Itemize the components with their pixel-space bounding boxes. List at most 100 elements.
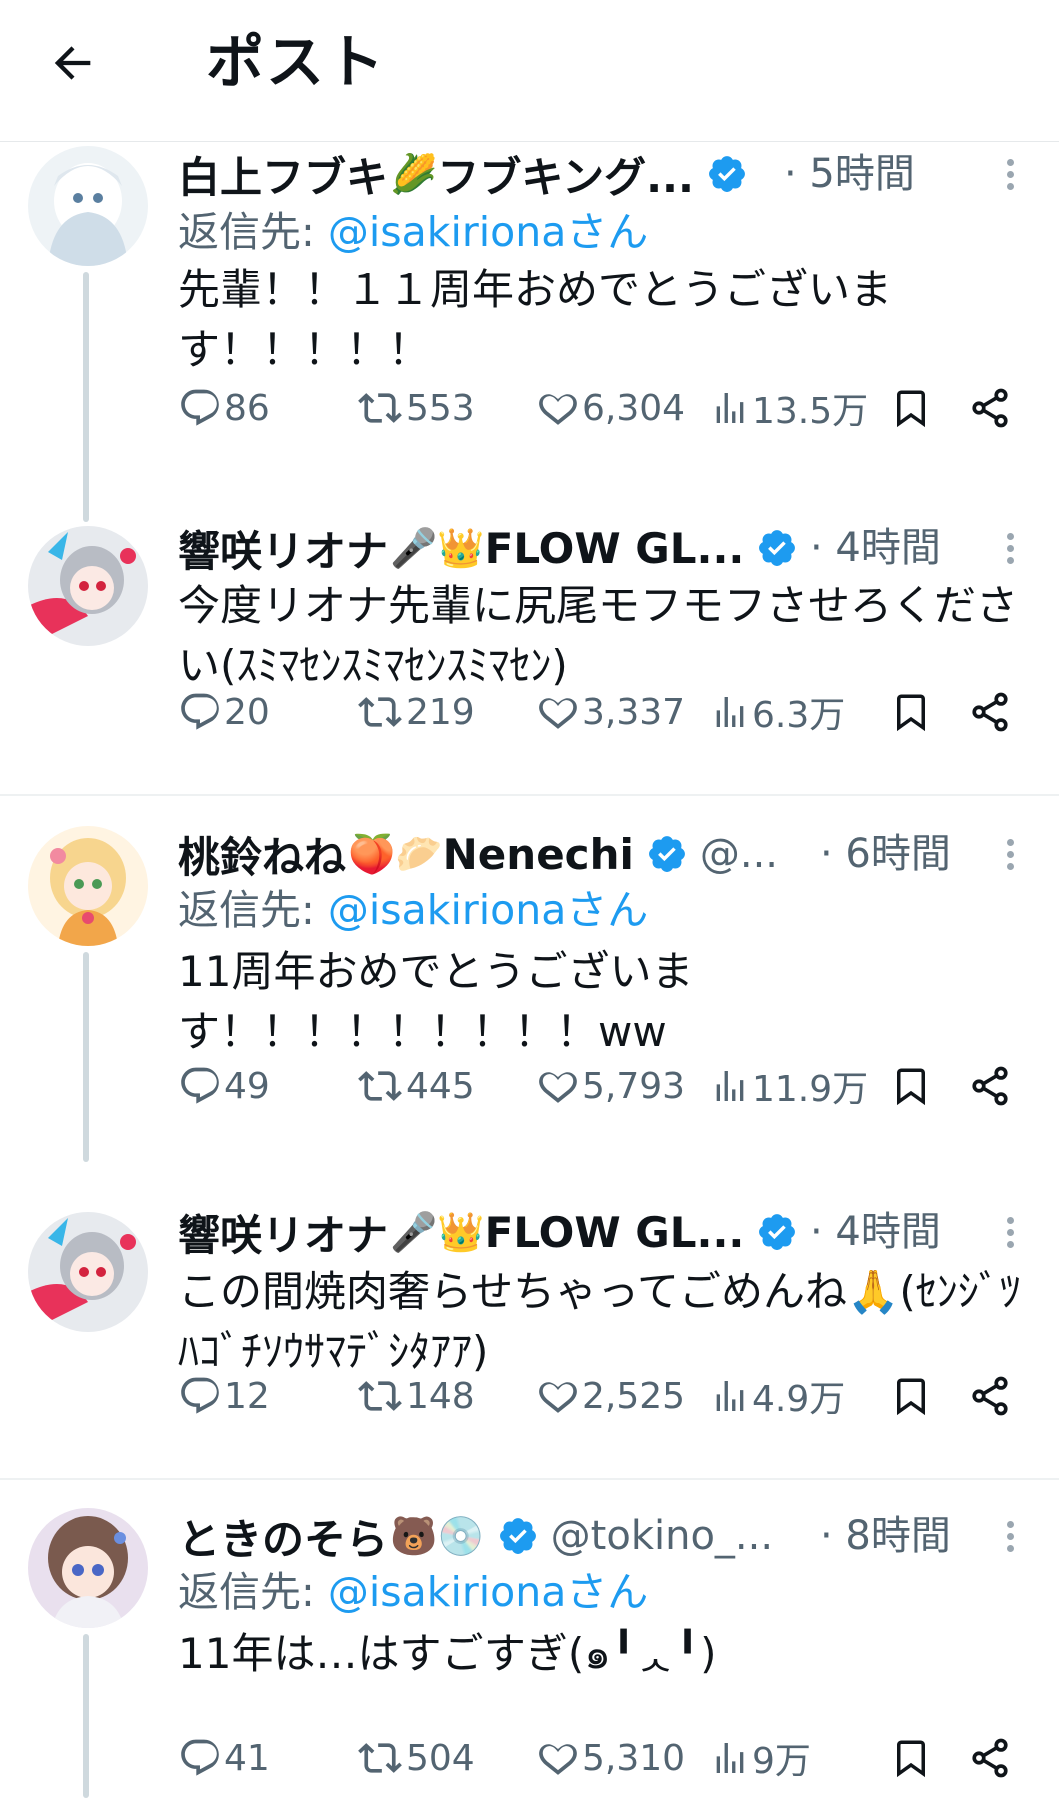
reply-icon	[181, 1067, 219, 1104]
reply-post[interactable]: 響咲リオナ 🎤👑 FLOW GL... · 4時間 この間焼肉奢らせちゃってごめ…	[0, 1204, 1059, 1504]
heart-icon	[539, 394, 577, 425]
like-button[interactable]: 5,793	[536, 1058, 685, 1114]
views-chart-icon	[716, 1743, 744, 1773]
avatar[interactable]	[28, 826, 148, 946]
repost-button[interactable]: 553	[356, 380, 475, 436]
share-button[interactable]	[968, 1730, 1012, 1786]
like-count: 5,310	[582, 1737, 686, 1779]
more-options-icon[interactable]	[988, 1508, 1032, 1564]
view-count: 6.3万	[752, 695, 846, 736]
bookmark-button[interactable]	[890, 1058, 932, 1114]
repost-count: 504	[406, 1737, 475, 1779]
view-count: 11.9万	[752, 1069, 869, 1110]
views-chart-icon	[716, 393, 744, 423]
more-options-icon[interactable]	[988, 1204, 1032, 1260]
bookmark-button[interactable]	[890, 1730, 932, 1786]
author-name-suffix[interactable]: FLOW GL...	[485, 1208, 745, 1257]
verified-badge-icon	[709, 156, 745, 192]
avatar[interactable]	[28, 526, 148, 646]
share-button[interactable]	[968, 380, 1012, 436]
views-button[interactable]: 9万	[710, 1730, 811, 1786]
author-name-suffix[interactable]: FLOW GL...	[485, 524, 745, 573]
reply-button[interactable]: 49	[178, 1058, 270, 1114]
post-time[interactable]: · 4時間	[810, 520, 941, 576]
views-button[interactable]: 11.9万	[710, 1058, 868, 1114]
avatar[interactable]	[28, 146, 148, 266]
reply-button[interactable]: 86	[178, 380, 270, 436]
views-button[interactable]: 6.3万	[710, 684, 845, 740]
reply-count: 86	[224, 387, 270, 429]
page-title: ポスト	[206, 28, 387, 96]
bookmark-icon	[897, 1378, 925, 1416]
views-button[interactable]: 4.9万	[710, 1368, 845, 1424]
share-button[interactable]	[968, 1368, 1012, 1424]
reply-count: 41	[224, 1737, 270, 1779]
post-time[interactable]: · 8時間	[820, 1508, 951, 1564]
like-count: 5,793	[582, 1065, 686, 1107]
repost-button[interactable]: 504	[356, 1730, 475, 1786]
author-name-suffix[interactable]: フブキング...	[437, 144, 694, 205]
reply-handle-link[interactable]: @isakirionaさん	[328, 208, 648, 256]
reply-post[interactable]: 白上フブキ 🌽 フブキング... · 5時間 返信先: @isakirionaさ…	[0, 142, 1059, 525]
share-icon	[972, 1376, 1008, 1416]
repost-count: 148	[406, 1375, 475, 1417]
reply-post[interactable]: 桃鈴ねね 🍑🥟 Nenechi @... · 6時間 返信先: @isakiri…	[0, 826, 1059, 1162]
bookmark-icon	[897, 390, 925, 428]
verified-badge-icon	[759, 530, 796, 566]
like-count: 2,525	[582, 1375, 686, 1417]
post-time[interactable]: · 6時間	[820, 826, 951, 882]
repost-icon	[358, 393, 402, 423]
verified-badge-icon	[499, 1518, 536, 1554]
author-handle[interactable]: @tokino_...	[551, 1513, 773, 1559]
reply-handle-link[interactable]: @isakirionaさん	[328, 886, 648, 934]
post-time[interactable]: · 4時間	[810, 1204, 941, 1260]
reply-post[interactable]: 響咲リオナ 🎤👑 FLOW GL... · 4時間 今度リオナ先輩に尻尾モフモフ…	[0, 520, 1059, 820]
reply-button[interactable]: 41	[178, 1730, 270, 1786]
more-options-icon[interactable]	[988, 520, 1032, 576]
author-handle[interactable]: @...	[700, 831, 778, 877]
more-options-icon[interactable]	[988, 826, 1032, 882]
repost-button[interactable]: 148	[356, 1368, 475, 1424]
author-row: 桃鈴ねね 🍑🥟 Nenechi @...	[178, 826, 778, 882]
bookmark-button[interactable]	[890, 684, 932, 740]
reply-button[interactable]: 20	[178, 684, 270, 740]
name-emoji: 🎤👑	[390, 525, 485, 570]
author-name[interactable]: 白上フブキ	[178, 144, 388, 205]
repost-button[interactable]: 219	[356, 684, 475, 740]
share-button[interactable]	[968, 684, 1012, 740]
like-button[interactable]: 5,310	[536, 1730, 685, 1786]
like-button[interactable]: 2,525	[536, 1368, 685, 1424]
reply-handle-link[interactable]: @isakirionaさん	[328, 1568, 648, 1616]
heart-icon	[539, 698, 577, 729]
like-button[interactable]: 3,337	[536, 684, 685, 740]
bookmark-button[interactable]	[890, 380, 932, 436]
name-emoji: 🎤👑	[390, 1209, 485, 1254]
author-name[interactable]: 響咲リオナ	[178, 1202, 388, 1263]
more-options-icon[interactable]	[988, 146, 1032, 202]
name-emoji: 🌽	[390, 151, 438, 196]
avatar[interactable]	[28, 1212, 148, 1332]
post-text: 先輩！！１１周年おめでとうございます！！！！！	[178, 265, 893, 374]
author-name-suffix[interactable]: Nenechi	[443, 830, 634, 879]
thread-divider	[0, 1478, 1059, 1480]
reply-button[interactable]: 12	[178, 1368, 270, 1424]
post-text: この間焼肉奢らせちゃってごめんね🙏(ｾﾝｼﾞﾂﾊｺﾞﾁｿｳｻﾏﾃﾞｼﾀｱｱ)	[178, 1267, 1021, 1376]
repost-button[interactable]: 445	[356, 1058, 475, 1114]
avatar[interactable]	[28, 1508, 148, 1628]
author-name[interactable]: ときのそら	[178, 1506, 388, 1567]
author-name[interactable]: 響咲リオナ	[178, 518, 388, 579]
views-chart-icon	[716, 697, 744, 727]
reply-post[interactable]: ときのそら 🐻💿 @tokino_... · 8時間 返信先: @isakiri…	[0, 1508, 1059, 1798]
author-name[interactable]: 桃鈴ねね	[178, 824, 346, 885]
like-button[interactable]: 6,304	[536, 380, 685, 436]
bookmark-button[interactable]	[890, 1368, 932, 1424]
view-count: 9万	[752, 1741, 811, 1782]
repost-icon	[358, 1381, 402, 1411]
back-arrow-icon[interactable]	[40, 30, 106, 96]
views-button[interactable]: 13.5万	[710, 380, 868, 436]
action-bar: 41 504 5,310 9万	[178, 1730, 1018, 1786]
post-text: 11年は…はすごすぎ(๑╹ᆺ╹)	[178, 1629, 717, 1678]
repost-icon	[358, 697, 402, 727]
post-time[interactable]: · 5時間	[784, 146, 915, 202]
share-button[interactable]	[968, 1058, 1012, 1114]
